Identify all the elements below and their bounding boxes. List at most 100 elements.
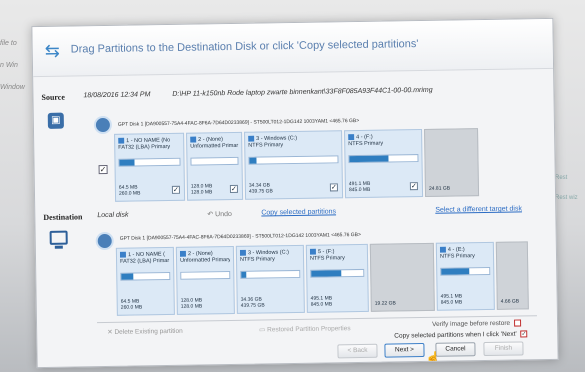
windows-flag-icon <box>119 251 126 258</box>
partition-block[interactable]: 4 - (E:) NTFS Primary 495.1 MB 845.0 MB <box>435 241 495 311</box>
partition-usage-bar <box>248 155 339 165</box>
partition-block[interactable]: 2 - (None) Unformatted Primary 128.0 MB 12… <box>186 131 244 201</box>
partition-usage-bar <box>190 156 239 166</box>
verify-image-checkbox[interactable] <box>513 319 521 327</box>
destination-computer-icon <box>49 230 68 245</box>
usage-fill <box>119 159 135 166</box>
windows-flag-icon <box>179 250 186 257</box>
partition-usage-bar <box>440 266 491 276</box>
source-partition-strip: 1 - NO NAME (No FAT32 (LBA) Primary 64.5 M… <box>114 127 533 202</box>
copy-on-next-label: Copy selected partitions when I click 'N… <box>394 330 517 340</box>
partition-sizes: 34.34 GB 439.75 GB <box>248 182 273 195</box>
partition-type: NTFS Primary <box>439 253 475 261</box>
partition-type: FAT32 (LBA) Primar <box>120 258 170 266</box>
usage-fill <box>121 273 134 280</box>
properties-icon: ▭ <box>259 326 266 334</box>
partition-checkbox[interactable]: ✓ <box>229 184 238 194</box>
source-meta: 18/08/2016 12:34 PM D:\HP 11-k150nb Rode… <box>83 87 452 100</box>
undo-icon: ↶ <box>207 211 214 219</box>
unallocated-space[interactable]: 24.81 GB <box>424 128 480 197</box>
partition-block[interactable]: 2 - (None) Unformatted Primary 128.0 MB 12… <box>175 245 235 315</box>
windows-flag-icon <box>118 137 125 144</box>
restored-properties-button[interactable]: ▭ Restored Partition Properties <box>259 324 351 333</box>
usage-fill <box>311 270 342 277</box>
windows-flag-icon <box>348 134 355 141</box>
clone-dialog: ⇆ Drag Partitions to the Destination Dis… <box>31 17 559 369</box>
dialog-title: Drag Partitions to the Destination Disk … <box>70 38 419 56</box>
partition-block[interactable]: 4 - (F:) NTFS Primary 491.1 MB 845.0 MB ✓ <box>344 128 424 199</box>
partition-block[interactable]: 3 - Windows (C:) NTFS Primary 34.36 GB 439… <box>235 244 305 314</box>
partition-name: 3 - Windows (C:) <box>239 249 300 256</box>
partition-name: 1 - NO NAME ( <box>119 251 170 258</box>
partition-block[interactable]: 3 - Windows (C:) NTFS Primary 34.34 GB 439… <box>244 130 344 200</box>
partition-block[interactable]: 1 - NO NAME (No FAT32 (LBA) Primary 64.5 M… <box>114 132 186 202</box>
partition-name: 1 - NO NAME (No <box>118 137 180 144</box>
partition-name: 2 - (None) <box>190 136 238 143</box>
partition-checkbox[interactable]: ✓ <box>171 185 180 194</box>
background-right-panel: Rest Rest wiz <box>555 175 585 215</box>
source-select-all-checkbox[interactable]: ✓ <box>98 164 108 175</box>
unallocated-space[interactable]: 4.66 GB <box>495 241 529 310</box>
source-label: Source <box>41 92 65 102</box>
destination-disk-name: Local disk <box>97 211 129 220</box>
partition-type: NTFS Primary <box>348 141 384 148</box>
partition-sizes: 491.1 MB 845.0 MB <box>348 180 371 194</box>
cancel-button[interactable]: Cancel <box>435 342 476 357</box>
unallocated-size: 24.81 GB <box>428 185 451 192</box>
partition-checkbox[interactable]: ✓ <box>409 182 418 191</box>
partition-usage-bar <box>240 269 301 279</box>
windows-flag-icon <box>239 249 246 256</box>
partition-block[interactable]: 5 - (F:) NTFS Primary 495.1 MB 845.0 MB <box>305 243 369 313</box>
usage-fill <box>349 155 389 163</box>
clone-arrows-icon: ⇆ <box>44 40 60 61</box>
verify-image-option[interactable]: Verify image before restore <box>432 319 521 328</box>
partition-sizes: 128.0 MB 128.0 MB <box>190 183 213 196</box>
windows-flag-icon <box>248 135 255 142</box>
windows-flag-icon <box>439 246 446 253</box>
unallocated-space[interactable]: 19.22 GB <box>369 242 435 312</box>
source-disk-icon <box>93 115 113 135</box>
partition-type: NTFS Primary <box>248 142 284 150</box>
unallocated-size: 4.66 GB <box>500 298 520 305</box>
copy-selected-partitions-link[interactable]: Copy selected partitions <box>261 208 336 216</box>
delete-icon: ✕ <box>107 328 113 336</box>
partition-sizes: 64.5 MB 260.0 MB <box>120 298 143 311</box>
copy-on-next-option[interactable]: Copy selected partitions when I click 'N… <box>394 330 528 340</box>
next-button[interactable]: Next > <box>384 342 425 358</box>
back-button[interactable]: < Back <box>337 343 378 359</box>
usage-fill <box>441 268 470 275</box>
unallocated-size: 19.22 GB <box>374 300 396 307</box>
usage-fill <box>241 271 246 278</box>
delete-existing-label: Delete Existing partition <box>114 327 183 336</box>
partition-type: Unformatted Primary <box>180 257 231 265</box>
destination-toolbar: Destination Local disk ↶ Undo Copy selec… <box>35 202 555 226</box>
partition-type: NTFS Primary <box>309 255 345 263</box>
verify-image-label: Verify image before restore <box>432 319 511 329</box>
image-file-icon: ▣ <box>47 112 64 129</box>
source-date: 18/08/2016 12:34 PM <box>83 91 151 100</box>
partition-checkbox[interactable]: ✓ <box>329 183 338 192</box>
delete-existing-button[interactable]: ✕ Delete Existing partition <box>107 327 183 336</box>
select-target-disk-link[interactable]: Select a different target disk <box>435 205 522 213</box>
destination-disk-header: GPT Disk 1 [DA900557-75A4-4FAC-8F6A-7D64… <box>119 231 361 242</box>
partition-name: 4 - (E:) <box>439 246 490 253</box>
partition-sizes: 128.0 MB 128.0 MB <box>180 297 203 310</box>
finish-button[interactable]: Finish <box>483 341 524 357</box>
partition-type: FAT32 (LBA) Primary <box>118 144 171 152</box>
partition-name: 5 - (F:) <box>309 248 364 255</box>
undo-button[interactable]: ↶ Undo <box>207 210 232 218</box>
partition-name: 2 - (None) <box>179 250 230 257</box>
bg-right-item: Rest <box>555 175 568 181</box>
partition-usage-bar <box>180 271 231 280</box>
destination-disk-icon <box>95 231 114 251</box>
partition-type: NTFS Primary <box>240 256 275 264</box>
partition-block[interactable]: 1 - NO NAME (FAT32 (LBA) Primar 64.5 MB 2… <box>115 246 175 316</box>
partition-type: Unformatted Primary <box>190 143 239 151</box>
partition-usage-bar <box>120 271 171 281</box>
undo-label: Undo <box>215 210 232 219</box>
partition-name: 4 - (F:) <box>348 133 418 141</box>
copy-on-next-checkbox[interactable]: ✓ <box>520 330 528 338</box>
partition-sizes: 495.1 MB 845.0 MB <box>310 295 333 308</box>
partition-sizes: 495.1 MB 845.0 MB <box>440 293 463 306</box>
partition-usage-bar <box>310 268 365 278</box>
